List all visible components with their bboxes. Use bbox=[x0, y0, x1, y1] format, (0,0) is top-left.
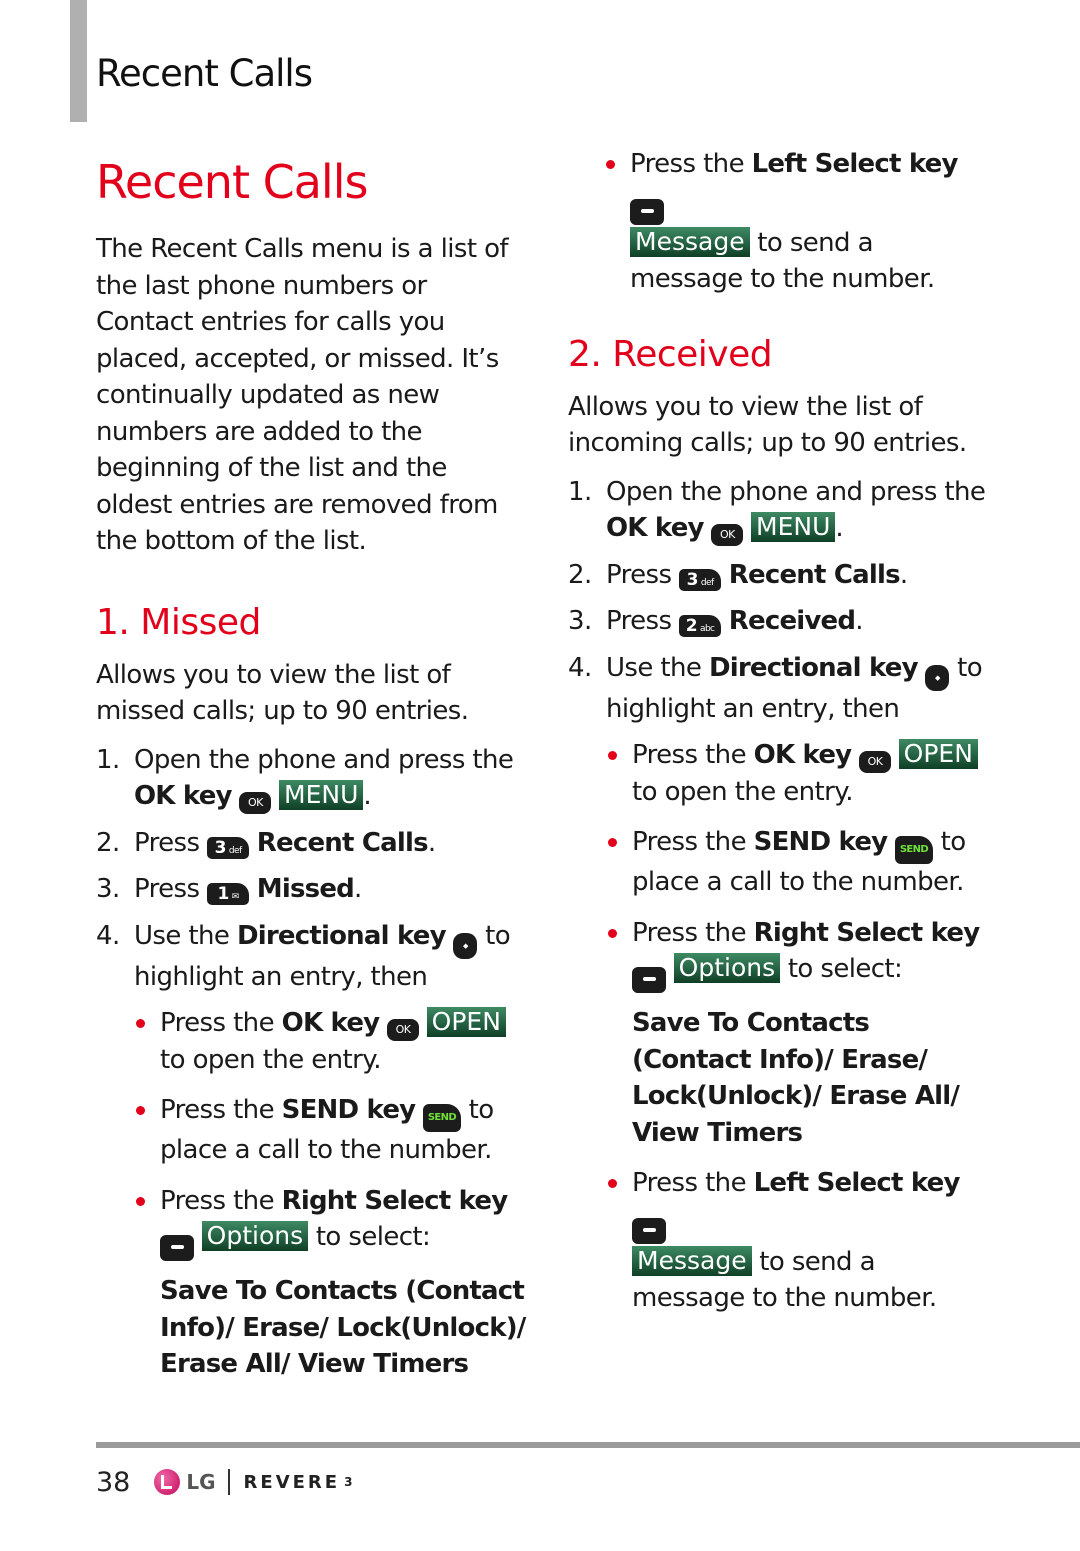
lg-wordmark: LG bbox=[186, 1470, 216, 1494]
step-4-bullets: Press the OK key OK OPEN to open the ent… bbox=[606, 737, 988, 1317]
page-footer: 38 LG REVERE 3 bbox=[96, 1462, 352, 1502]
section-title-received: 2. Received bbox=[568, 333, 773, 375]
step-1: 1. Open the phone and press the OK key O… bbox=[568, 474, 988, 547]
bullet-dot-icon bbox=[608, 751, 617, 760]
bullet-dot-icon bbox=[136, 1196, 145, 1206]
section-desc-received: Allows you to view the list of incoming … bbox=[568, 391, 967, 459]
ok-key-icon: OK bbox=[711, 524, 744, 546]
key-1-voicemail-icon: 1 ✉ bbox=[207, 883, 250, 905]
bullet-dot-icon bbox=[608, 838, 617, 847]
bullet-message: Press the Left Select key Message to sen… bbox=[606, 1165, 988, 1317]
bullet-dot-icon bbox=[136, 1019, 145, 1028]
header-accent-bar bbox=[70, 0, 87, 122]
page-number: 38 bbox=[96, 1466, 131, 1498]
intro-paragraph: The Recent Calls menu is a list of the l… bbox=[96, 234, 509, 556]
step-4-bullets: Press the OK key OK OPEN to open the ent… bbox=[134, 1005, 526, 1383]
section-desc-missed: Allows you to view the list of missed ca… bbox=[96, 659, 469, 727]
bullet-dot-icon bbox=[608, 1179, 617, 1188]
step-1: 1. Open the phone and press the OK key O… bbox=[96, 742, 526, 815]
step-4: 4. Use the Directional key ◆ to highligh… bbox=[96, 918, 526, 1383]
continued-bullets: Press the Left Select key Message to sen… bbox=[604, 146, 988, 298]
lg-logo-icon bbox=[154, 1469, 181, 1495]
bullet-message-continued: Press the Left Select key Message to sen… bbox=[604, 146, 988, 298]
bullet-send: Press the SEND key SEND to place a call … bbox=[606, 824, 988, 901]
softkey-open: OPEN bbox=[426, 1007, 506, 1037]
send-key-icon: SEND bbox=[422, 1104, 461, 1132]
bullet-open: Press the OK key OK OPEN to open the ent… bbox=[606, 737, 988, 810]
bullet-open: Press the OK key OK OPEN to open the ent… bbox=[134, 1005, 526, 1078]
left-select-key-icon bbox=[630, 198, 664, 225]
ok-key-icon: OK bbox=[387, 1019, 419, 1041]
bullet-dot-icon bbox=[608, 928, 617, 938]
bullet-options: Press the Right Select key Options to se… bbox=[606, 915, 988, 1152]
key-3-icon: 3 def bbox=[207, 836, 250, 859]
softkey-menu: MENU bbox=[751, 512, 836, 542]
softkey-options: Options bbox=[201, 1221, 309, 1251]
softkey-open: OPEN bbox=[898, 739, 978, 769]
product-name: REVERE bbox=[243, 1471, 341, 1493]
softkey-message: Message bbox=[632, 1245, 752, 1276]
section-title-missed: 1. Missed bbox=[96, 601, 261, 643]
right-select-key-icon bbox=[160, 1235, 194, 1261]
bullet-options: Press the Right Select key Options to se… bbox=[134, 1183, 526, 1383]
left-column: Recent Calls The Recent Calls menu is a … bbox=[96, 155, 526, 1397]
left-select-key-icon bbox=[632, 1217, 666, 1244]
step-2: 2. Press 3 def Recent Calls. bbox=[96, 827, 436, 859]
options-list: Save To Contacts (Contact Info)/ Erase/ … bbox=[160, 1276, 526, 1379]
softkey-message: Message bbox=[630, 226, 750, 257]
key-3-icon: 3 def bbox=[679, 568, 722, 591]
ok-key-icon: OK bbox=[859, 751, 891, 773]
step-3: 3. Press 2 abc Received. bbox=[568, 606, 863, 637]
ok-key-icon: OK bbox=[239, 792, 272, 814]
running-head: Recent Calls bbox=[96, 52, 313, 95]
right-select-key-icon bbox=[632, 967, 666, 993]
bullet-send: Press the SEND key SEND to place a call … bbox=[134, 1092, 526, 1169]
bullet-dot-icon bbox=[606, 160, 615, 169]
page-title: Recent Calls bbox=[96, 155, 368, 209]
steps-missed: 1. Open the phone and press the OK key O… bbox=[96, 742, 526, 1383]
send-key-icon: SEND bbox=[894, 836, 933, 864]
brand-separator bbox=[227, 1469, 230, 1495]
footer-rule bbox=[96, 1442, 1080, 1448]
right-column: Press the Left Select key Message to sen… bbox=[568, 146, 988, 1331]
softkey-options: Options bbox=[673, 953, 781, 983]
key-name: OK key bbox=[134, 781, 232, 811]
steps-received: 1. Open the phone and press the OK key O… bbox=[568, 474, 988, 1317]
softkey-menu: MENU bbox=[279, 780, 364, 810]
step-4: 4. Use the Directional key ◆ to highligh… bbox=[568, 650, 988, 1317]
options-list: Save To Contacts (Contact Info)/ Erase/ … bbox=[632, 1008, 960, 1148]
step-2: 2. Press 3 def Recent Calls. bbox=[568, 559, 908, 591]
key-2-icon: 2 abc bbox=[679, 615, 722, 637]
directional-key-icon: ◆ bbox=[453, 932, 478, 959]
bullet-dot-icon bbox=[136, 1106, 145, 1115]
product-version: 3 bbox=[344, 1475, 353, 1489]
directional-key-icon: ◆ bbox=[925, 664, 950, 691]
step-3: 3. Press 1 ✉ Missed. bbox=[96, 874, 362, 905]
